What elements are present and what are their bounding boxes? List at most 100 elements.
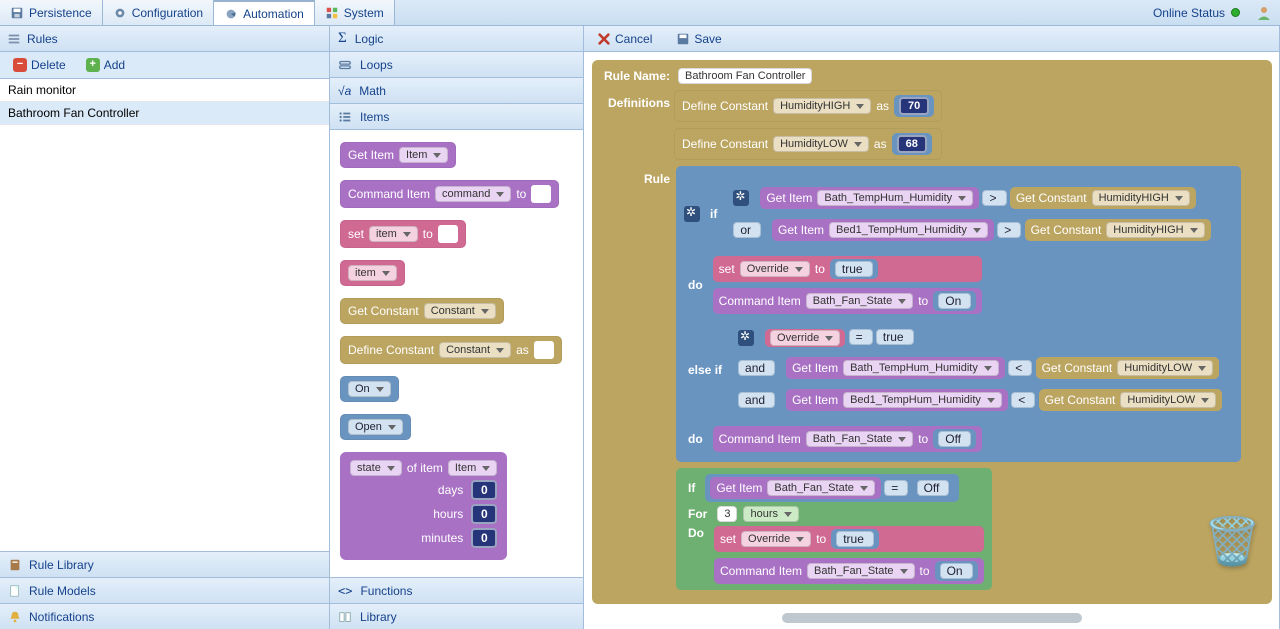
compare-row[interactable]: Get ItemBed1_TempHum_Humidity < Get Cons… xyxy=(781,386,1227,414)
dropdown-item[interactable]: item xyxy=(348,265,397,281)
h-scrollbar[interactable] xyxy=(782,613,1082,623)
op-gt[interactable]: > xyxy=(982,190,1006,206)
dropdown-var[interactable]: Override xyxy=(741,531,811,547)
num-input[interactable]: 68 xyxy=(897,135,927,153)
nav-notifications[interactable]: Notifications xyxy=(0,603,329,629)
block-get-constant[interactable]: Get Constant Constant xyxy=(340,298,504,324)
dropdown-const[interactable]: HumidityHIGH xyxy=(773,98,871,114)
op-gt[interactable]: > xyxy=(997,222,1021,238)
timer-block[interactable]: If Get ItemBath_Fan_State = Off For 3 ho… xyxy=(676,468,992,590)
val-off[interactable]: Off xyxy=(917,480,950,496)
set-override[interactable]: set Override to true xyxy=(714,526,984,552)
or-group[interactable]: Get ItemBath_TempHum_Humidity > Get Cons… xyxy=(727,176,1221,252)
get-item[interactable]: Get ItemBath_Fan_State xyxy=(710,477,881,499)
op-and[interactable]: and xyxy=(738,360,775,376)
get-const[interactable]: Get ConstantHumidityLOW xyxy=(1039,389,1223,411)
op-eq[interactable]: = xyxy=(849,329,873,345)
block-slot[interactable] xyxy=(438,225,458,243)
num-input[interactable]: 70 xyxy=(899,97,929,115)
cat-items[interactable]: Items xyxy=(330,104,583,130)
rule-item-bathroom[interactable]: Bathroom Fan Controller xyxy=(0,102,329,125)
block-set[interactable]: set item to xyxy=(340,220,466,248)
cat-functions[interactable]: <> Functions xyxy=(330,577,583,603)
dropdown-const[interactable]: HumidityLOW xyxy=(773,136,869,152)
dropdown-constant[interactable]: Constant xyxy=(439,342,511,358)
dropdown-item[interactable]: Bath_TempHum_Humidity xyxy=(817,190,973,206)
val-true[interactable]: true xyxy=(835,261,873,277)
dropdown-item[interactable]: item xyxy=(369,226,418,242)
op-or[interactable]: or xyxy=(733,222,761,238)
block-define-constant[interactable]: Define Constant Constant as xyxy=(340,336,562,364)
compare-row[interactable]: Get ItemBath_TempHum_Humidity < Get Cons… xyxy=(781,354,1224,382)
dropdown-open[interactable]: Open xyxy=(348,419,403,435)
dropdown-item[interactable]: Bath_TempHum_Humidity xyxy=(843,360,999,376)
gear-icon[interactable] xyxy=(733,190,749,206)
op-eq[interactable]: = xyxy=(884,480,908,496)
num-input[interactable]: 0 xyxy=(471,528,497,548)
dropdown-const[interactable]: HumidityLOW xyxy=(1120,392,1216,408)
num-input[interactable]: 0 xyxy=(471,480,497,500)
tab-configuration[interactable]: Configuration xyxy=(103,0,214,25)
cmd-fan-off[interactable]: Command Item Bath_Fan_State to Off xyxy=(713,426,982,452)
dropdown-item[interactable]: Bath_Fan_State xyxy=(767,480,875,496)
add-button[interactable]: + Add xyxy=(79,55,132,75)
block-open[interactable]: Open xyxy=(340,414,411,440)
dropdown-item[interactable]: Bath_Fan_State xyxy=(806,431,914,447)
get-item[interactable]: Get ItemBed1_TempHum_Humidity xyxy=(772,219,994,241)
dropdown-item[interactable]: Item xyxy=(399,147,448,163)
dropdown-var[interactable]: Override xyxy=(740,261,810,277)
val-on[interactable]: On xyxy=(940,563,973,579)
op-and[interactable]: and xyxy=(738,392,775,408)
tab-system[interactable]: System xyxy=(315,0,395,25)
delete-button[interactable]: − Delete xyxy=(6,55,73,75)
def-const-high[interactable]: Define Constant HumidityHIGH as 70 xyxy=(674,90,942,122)
for-num[interactable]: 3 xyxy=(717,506,737,522)
val-off[interactable]: Off xyxy=(938,431,971,447)
dropdown-unit[interactable]: hours xyxy=(743,506,799,522)
tab-automation[interactable]: Automation xyxy=(214,0,315,25)
rule-item-rain[interactable]: Rain monitor xyxy=(0,79,329,102)
get-item[interactable]: Get ItemBath_TempHum_Humidity xyxy=(760,187,979,209)
editor-canvas[interactable]: Rule Name: Bathroom Fan Controller Defin… xyxy=(584,52,1279,629)
block-item[interactable]: item xyxy=(340,260,405,286)
val-on[interactable]: On xyxy=(938,293,971,309)
trash-icon[interactable]: 🗑️ xyxy=(1204,514,1261,569)
tab-persistence[interactable]: Persistence xyxy=(0,0,103,25)
palette-blocks[interactable]: Get Item Item Command Item command to se… xyxy=(330,130,583,577)
cat-math[interactable]: √aMath xyxy=(330,78,583,104)
get-const[interactable]: Get ConstantHumidityHIGH xyxy=(1025,219,1211,241)
save-button[interactable]: Save xyxy=(669,29,728,49)
dropdown-state[interactable]: state xyxy=(350,460,402,476)
cat-logic[interactable]: ΣLogic xyxy=(330,26,583,52)
compare-row[interactable]: Get ItemBath_TempHum_Humidity > Get Cons… xyxy=(755,184,1201,212)
dropdown-constant[interactable]: Constant xyxy=(424,303,496,319)
cat-loops[interactable]: Loops xyxy=(330,52,583,78)
compare-row[interactable]: Override = true xyxy=(760,326,919,350)
block-get-item[interactable]: Get Item Item xyxy=(340,142,456,168)
if-block[interactable]: if Get ItemBath_TempHum_Humidity > Get C… xyxy=(676,166,1241,462)
rule-definition-block[interactable]: Rule Name: Bathroom Fan Controller Defin… xyxy=(592,60,1272,604)
dropdown-item[interactable]: Bath_Fan_State xyxy=(807,563,915,579)
nav-rule-library[interactable]: Rule Library xyxy=(0,551,329,577)
var-override[interactable]: Override xyxy=(765,329,845,347)
cmd-fan-on[interactable]: Command Item Bath_Fan_State to On xyxy=(713,288,983,314)
user-menu[interactable] xyxy=(1248,0,1280,25)
dropdown-item[interactable]: Item xyxy=(448,460,497,476)
gear-icon[interactable] xyxy=(738,330,754,346)
compare-row[interactable]: Get ItemBath_Fan_State = Off xyxy=(705,474,959,502)
block-on[interactable]: On xyxy=(340,376,399,402)
block-command-item[interactable]: Command Item command to xyxy=(340,180,559,208)
dropdown-const[interactable]: HumidityHIGH xyxy=(1092,190,1190,206)
dropdown-item[interactable]: Bath_Fan_State xyxy=(806,293,914,309)
compare-row[interactable]: Get ItemBed1_TempHum_Humidity > Get Cons… xyxy=(767,216,1216,244)
val-true[interactable]: true xyxy=(876,329,914,345)
get-const[interactable]: Get ConstantHumidityLOW xyxy=(1036,357,1220,379)
cmd-fan-on[interactable]: Command Item Bath_Fan_State to On xyxy=(714,558,984,584)
dropdown-item[interactable]: Bed1_TempHum_Humidity xyxy=(843,392,1002,408)
op-lt[interactable]: < xyxy=(1008,360,1032,376)
block-slot[interactable] xyxy=(534,341,554,359)
dropdown-on[interactable]: On xyxy=(348,381,391,397)
dropdown-const[interactable]: HumidityLOW xyxy=(1117,360,1213,376)
num-input[interactable]: 0 xyxy=(471,504,497,524)
def-const-low[interactable]: Define Constant HumidityLOW as 68 xyxy=(674,128,942,160)
